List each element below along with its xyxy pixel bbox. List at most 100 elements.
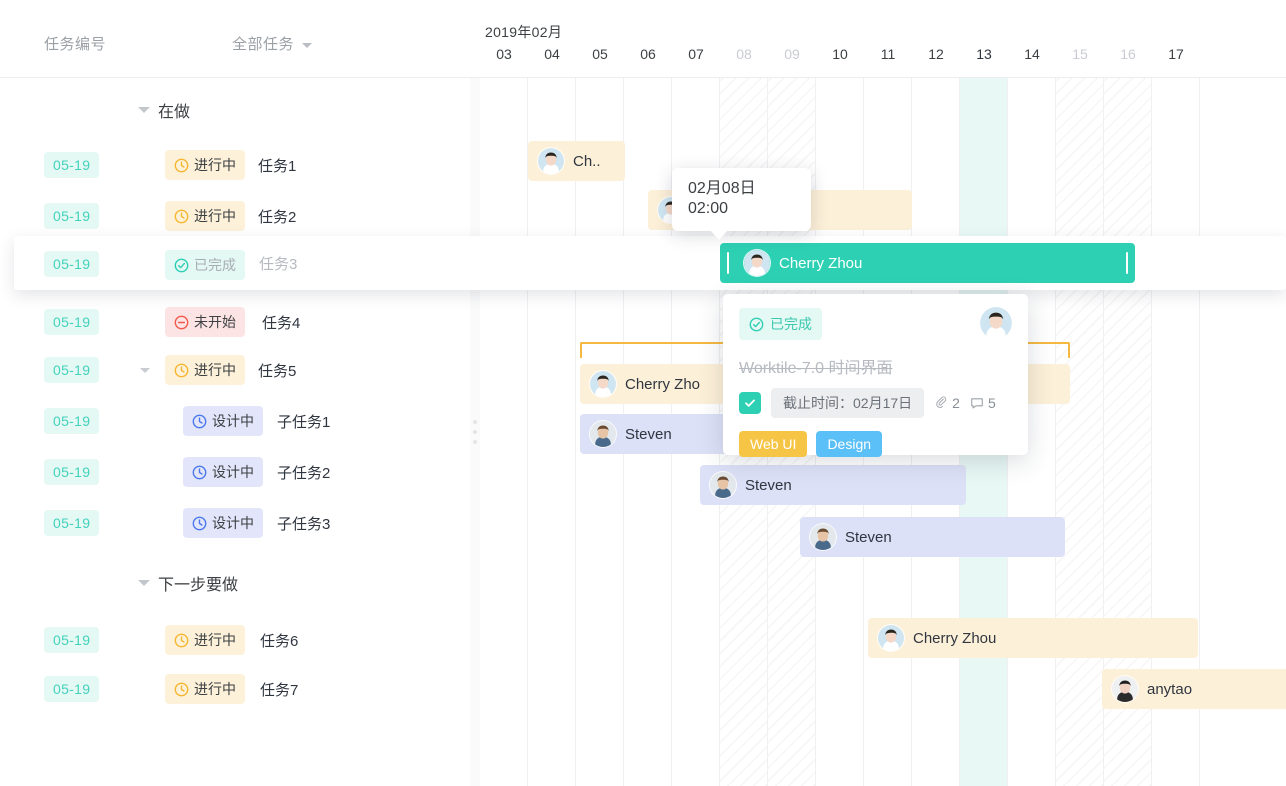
group-header[interactable]: 下一步要做 xyxy=(0,561,470,605)
gantt-bar[interactable]: Ch.. xyxy=(528,141,625,181)
avatar xyxy=(810,524,836,550)
pane-splitter[interactable] xyxy=(470,78,480,786)
task-filter-label: 全部任务 xyxy=(232,36,295,53)
gantt-bar-active[interactable]: Cherry Zhou xyxy=(720,243,1135,283)
day-header-08: 08 xyxy=(736,46,752,62)
checkbox-icon[interactable] xyxy=(739,392,761,414)
day-header-06: 06 xyxy=(640,46,656,62)
status-label: 进行中 xyxy=(194,157,236,173)
day-header-05: 05 xyxy=(592,46,608,62)
task-date-badge: 05-19 xyxy=(44,676,100,702)
comment-icon xyxy=(971,398,983,409)
gantt-bar[interactable]: anytao xyxy=(1102,669,1286,709)
task-date-badge: 05-19 xyxy=(44,510,100,536)
task-row[interactable]: 05-19 设计中 子任务3 xyxy=(0,498,470,548)
task-row[interactable]: 05-19 设计中 子任务1 xyxy=(0,396,470,446)
task-title: 任务6 xyxy=(260,632,299,650)
gantt-bar[interactable]: Steven xyxy=(700,465,966,505)
day-header-09: 09 xyxy=(784,46,800,62)
task-row[interactable]: 05-19 进行中 任务2 xyxy=(0,191,470,241)
task-row[interactable]: 05-19 设计中 子任务2 xyxy=(0,447,470,497)
day-header-10: 10 xyxy=(832,46,848,62)
status-badge[interactable]: 进行中 xyxy=(165,674,245,704)
collapse-triangle-icon[interactable] xyxy=(138,580,150,586)
gantt-app: 任务编号 全部任务 2019年02月 03 04 05 06 07 08 09 10 11 12 1… xyxy=(0,0,1286,786)
avatar xyxy=(710,472,736,498)
resize-handle-left[interactable] xyxy=(727,252,729,274)
status-label: 设计中 xyxy=(212,464,254,480)
status-badge[interactable]: 设计中 xyxy=(183,457,263,487)
task-title: 子任务1 xyxy=(277,413,331,431)
column-header-task-id: 任务编号 xyxy=(44,36,107,53)
gantt-bar-label: Steven xyxy=(845,528,892,546)
task-title: 任务5 xyxy=(258,362,297,380)
task-date-badge: 05-19 xyxy=(44,152,100,178)
day-header-03: 03 xyxy=(496,46,512,62)
card-meta-row: 截止时间：02月17日 2 5 xyxy=(739,388,1012,418)
task-title: 任务4 xyxy=(262,314,301,332)
day-header-13: 13 xyxy=(976,46,992,62)
status-badge[interactable]: 未开始 xyxy=(165,307,245,337)
gantt-column-04 xyxy=(528,78,576,786)
minus-circle-icon xyxy=(174,315,189,330)
gantt-bar-label: anytao xyxy=(1147,680,1193,698)
status-badge[interactable]: 设计中 xyxy=(183,508,263,538)
task-title: 任务3 xyxy=(259,256,298,273)
card-task-title: Worktile-7.0 时间界面 xyxy=(739,360,893,377)
status-badge[interactable]: 进行中 xyxy=(165,150,245,180)
task-row[interactable]: 05-19 进行中 任务6 xyxy=(0,615,470,665)
day-header-07: 07 xyxy=(688,46,704,62)
task-title: 任务7 xyxy=(260,681,299,699)
group-title: 下一步要做 xyxy=(158,577,239,594)
status-label: 未开始 xyxy=(194,314,236,330)
avatar xyxy=(590,371,616,397)
avatar xyxy=(878,625,904,651)
task-list-pane: 在做 05-19 进行中 任务1 05-19 进行中 任务2 05-19 未开始… xyxy=(0,78,470,786)
task-row[interactable]: 05-19 进行中 任务7 xyxy=(0,664,470,714)
task-row[interactable]: 05-19 进行中 任务1 xyxy=(0,140,470,190)
status-label: 已完成 xyxy=(194,257,236,273)
collapse-triangle-icon[interactable] xyxy=(140,367,150,373)
group-header[interactable]: 在做 xyxy=(0,88,470,132)
paperclip-icon xyxy=(936,396,947,408)
status-label: 进行中 xyxy=(194,681,236,697)
gantt-column-03 xyxy=(480,78,528,786)
task-date-badge: 05-19 xyxy=(44,203,100,229)
task-row[interactable]: 05-19 未开始 任务4 xyxy=(0,297,470,347)
task-title: 子任务3 xyxy=(277,515,331,533)
clock-icon xyxy=(174,363,189,378)
status-badge[interactable]: 进行中 xyxy=(165,625,245,655)
avatar[interactable] xyxy=(980,307,1012,339)
status-label: 进行中 xyxy=(194,208,236,224)
gantt-bar-label: Cherry Zhou xyxy=(913,629,997,647)
day-header-11: 11 xyxy=(880,46,896,62)
status-badge[interactable]: 已完成 xyxy=(165,250,245,280)
gantt-bar[interactable]: Steven xyxy=(800,517,1065,557)
gantt-bar[interactable]: Cherry Zhou xyxy=(868,618,1198,658)
status-badge[interactable]: 进行中 xyxy=(165,201,245,231)
check-circle-icon xyxy=(174,258,189,273)
splitter-grip-icon xyxy=(473,420,477,444)
clock-icon xyxy=(192,465,207,480)
tag-chip[interactable]: Design xyxy=(816,431,883,457)
gantt-column-15 xyxy=(1056,78,1104,786)
tooltip-time: 02:00 xyxy=(688,200,729,217)
status-badge[interactable]: 进行中 xyxy=(165,355,245,385)
tag-chip[interactable]: Web UI xyxy=(739,431,808,457)
clock-icon xyxy=(174,633,189,648)
day-header-17: 17 xyxy=(1168,46,1184,62)
clock-icon xyxy=(192,414,207,429)
gantt-bar-label: Steven xyxy=(625,425,672,443)
task-date-badge: 05-19 xyxy=(44,251,100,277)
avatar xyxy=(538,148,564,174)
task-row[interactable]: 05-19 进行中 任务5 xyxy=(0,345,470,395)
card-status-badge: 已完成 xyxy=(739,308,822,340)
resize-handle-right[interactable] xyxy=(1126,252,1128,274)
collapse-triangle-icon[interactable] xyxy=(138,107,150,113)
task-title: 任务1 xyxy=(258,157,297,175)
gantt-bar-label: Cherry Zho xyxy=(625,375,701,393)
day-header-15: 15 xyxy=(1072,46,1088,62)
task-detail-card[interactable]: 已完成 Worktile-7.0 时间界面 截止时间：02月17日 2 5 We… xyxy=(723,294,1028,457)
status-badge[interactable]: 设计中 xyxy=(183,406,263,436)
task-filter-dropdown[interactable]: 全部任务 xyxy=(232,33,313,54)
